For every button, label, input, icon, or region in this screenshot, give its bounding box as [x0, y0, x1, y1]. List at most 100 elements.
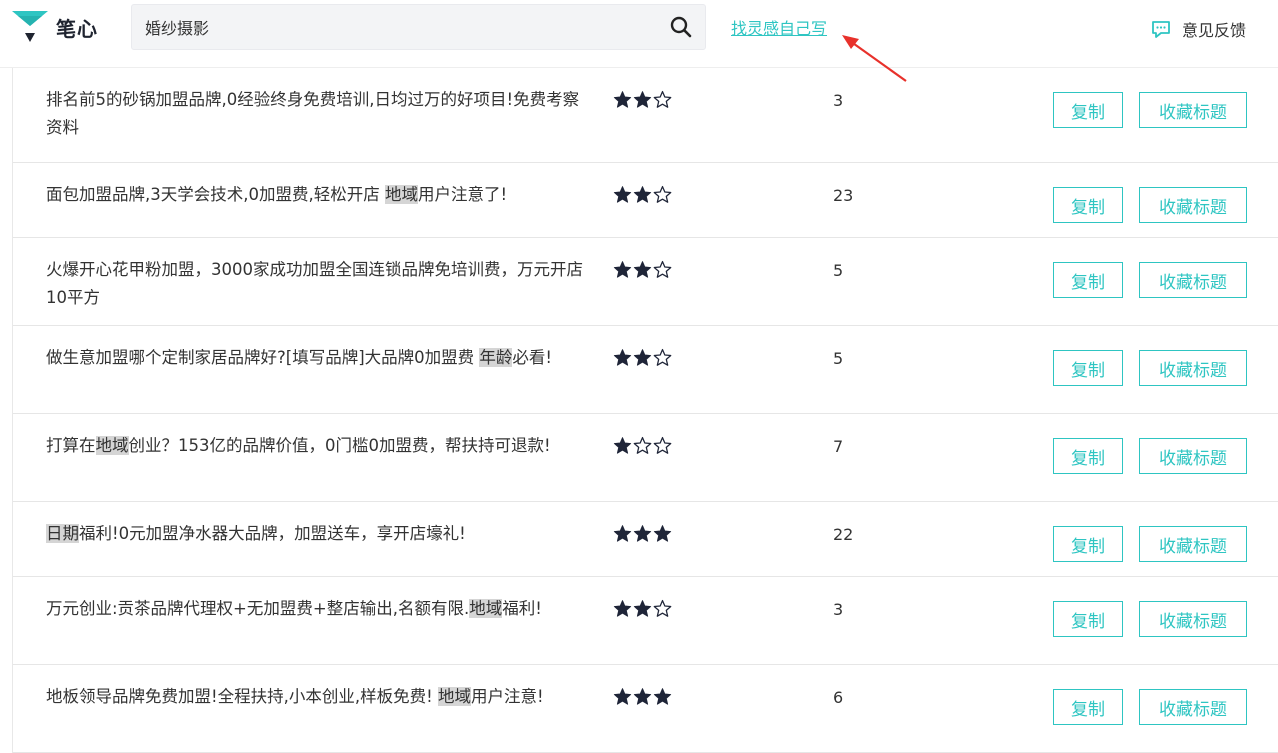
title-segment: 用户注意!: [470, 687, 544, 706]
star-empty-icon: [653, 436, 672, 454]
title-segment: 创业？153亿的品牌价值，0门槛0加盟费，帮扶持可退款!: [128, 436, 551, 455]
star-filled-icon: [633, 91, 652, 108]
copy-button[interactable]: 复制: [1053, 92, 1123, 128]
star-filled-icon: [633, 600, 652, 617]
usage-count: 3: [833, 600, 844, 619]
title-text: 万元创业:贡茶品牌代理权+无加盟费+整店输出,名额有限.地域福利!: [46, 595, 586, 623]
search-box: [131, 4, 706, 50]
placeholder-keyword: 地域: [384, 185, 418, 204]
usage-count: 7: [833, 437, 844, 456]
star-filled-icon: [653, 688, 672, 705]
star-empty-icon: [653, 260, 672, 278]
placeholder-keyword: 日期: [46, 524, 79, 543]
search-icon: [670, 16, 692, 38]
feedback-button[interactable]: 意见反馈: [1150, 17, 1246, 41]
title-text: 做生意加盟哪个定制家居品牌好?[填写品牌]大品牌0加盟费 年龄必看!: [46, 344, 586, 372]
star-filled-icon: [633, 688, 652, 705]
copy-button[interactable]: 复制: [1053, 438, 1123, 474]
title-segment: 福利!0元加盟净水器大品牌，加盟送车，享开店壕礼!: [79, 524, 466, 543]
usage-count: 5: [833, 261, 844, 280]
feedback-label: 意见反馈: [1182, 21, 1247, 40]
rating-stars: [613, 90, 672, 109]
title-text: 日期福利!0元加盟净水器大品牌，加盟送车，享开店壕礼!: [46, 520, 586, 548]
usage-count: 23: [833, 186, 854, 205]
feedback-icon: [1152, 21, 1170, 38]
star-empty-icon: [653, 599, 672, 617]
star-filled-icon: [613, 186, 632, 203]
title-segment: 火爆开心花甲粉加盟，3000家成功加盟全国连锁品牌免培训费，万元开店10平方: [46, 260, 583, 307]
star-filled-icon: [633, 525, 652, 542]
inspiration-link[interactable]: 找灵感自己写: [731, 15, 827, 39]
title-segment: 用户注意了!: [417, 185, 508, 204]
favorite-title-button[interactable]: 收藏标题: [1139, 187, 1247, 223]
favorite-title-button[interactable]: 收藏标题: [1139, 350, 1247, 386]
search-button[interactable]: [667, 13, 695, 41]
star-filled-icon: [633, 186, 652, 203]
star-filled-icon: [633, 349, 652, 366]
list-item: 万元创业:贡茶品牌代理权+无加盟费+整店输出,名额有限.地域福利! 3 复制 收藏标题: [13, 577, 1278, 665]
placeholder-keyword: 地域: [437, 687, 471, 706]
star-filled-icon: [613, 437, 632, 454]
copy-button[interactable]: 复制: [1053, 689, 1123, 725]
list-item: 打算在地域创业？153亿的品牌价值，0门槛0加盟费，帮扶持可退款! 7 复制 收藏标题: [13, 414, 1278, 502]
rating-stars: [613, 185, 672, 204]
star-empty-icon: [633, 436, 652, 454]
title-segment: 福利!: [502, 599, 542, 618]
logo[interactable]: 笔心: [12, 10, 98, 44]
rating-stars: [613, 524, 672, 543]
title-segment: 必看!: [512, 348, 552, 367]
rating-stars: [613, 687, 672, 706]
list-item: 面包加盟品牌,3天学会技术,0加盟费,轻松开店 地域用户注意了! 23 复制 收藏标题: [13, 163, 1278, 238]
title-text: 地板领导品牌免费加盟!全程扶持,小本创业,样板免费! 地域用户注意!: [46, 683, 586, 711]
title-segment: 地板领导品牌免费加盟!全程扶持,小本创业,样板免费!: [46, 687, 438, 706]
logo-text: 笔心: [56, 16, 98, 41]
title-segment: 万元创业:贡茶品牌代理权+无加盟费+整店输出,名额有限.: [46, 599, 470, 618]
logo-icon: [12, 11, 48, 42]
star-empty-icon: [653, 348, 672, 366]
star-filled-icon: [613, 261, 632, 278]
usage-count: 6: [833, 688, 844, 707]
favorite-title-button[interactable]: 收藏标题: [1139, 438, 1247, 474]
favorite-title-button[interactable]: 收藏标题: [1139, 262, 1247, 298]
star-empty-icon: [653, 185, 672, 203]
title-segment: 面包加盟品牌,3天学会技术,0加盟费,轻松开店: [46, 185, 385, 204]
rating-stars: [613, 348, 672, 367]
favorite-title-button[interactable]: 收藏标题: [1139, 601, 1247, 637]
placeholder-keyword: 地域: [95, 436, 129, 455]
star-empty-icon: [653, 90, 672, 108]
star-filled-icon: [613, 600, 632, 617]
title-segment: 打算在: [46, 436, 96, 455]
list-item: 排名前5的砂锅加盟品牌,0经验终身免费培训,日均过万的好项目!免费考察资料 3 复制…: [13, 68, 1278, 163]
list-item: 做生意加盟哪个定制家居品牌好?[填写品牌]大品牌0加盟费 年龄必看! 5 复制 收藏标…: [13, 326, 1278, 414]
favorite-title-button[interactable]: 收藏标题: [1139, 92, 1247, 128]
star-filled-icon: [653, 525, 672, 542]
star-filled-icon: [613, 525, 632, 542]
rating-stars: [613, 436, 672, 455]
star-filled-icon: [613, 349, 632, 366]
list-item: 火爆开心花甲粉加盟，3000家成功加盟全国连锁品牌免培训费，万元开店10平方 5 复…: [13, 238, 1278, 326]
placeholder-keyword: 年龄: [479, 348, 513, 367]
usage-count: 5: [833, 349, 844, 368]
copy-button[interactable]: 复制: [1053, 187, 1123, 223]
top-bar: 笔心 找灵感自己写 意见反馈: [0, 0, 1278, 82]
copy-button[interactable]: 复制: [1053, 350, 1123, 386]
star-filled-icon: [613, 688, 632, 705]
title-segment: 排名前5的砂锅加盟品牌,0经验终身免费培训,日均过万的好项目!免费考察资料: [46, 90, 580, 137]
list-item: 地板领导品牌免费加盟!全程扶持,小本创业,样板免费! 地域用户注意! 6 复制 收藏标…: [13, 665, 1278, 753]
title-text: 打算在地域创业？153亿的品牌价值，0门槛0加盟费，帮扶持可退款!: [46, 432, 586, 460]
star-filled-icon: [613, 91, 632, 108]
copy-button[interactable]: 复制: [1053, 262, 1123, 298]
usage-count: 22: [833, 525, 854, 544]
favorite-title-button[interactable]: 收藏标题: [1139, 526, 1247, 562]
copy-button[interactable]: 复制: [1053, 601, 1123, 637]
favorite-title-button[interactable]: 收藏标题: [1139, 689, 1247, 725]
title-list: 排名前5的砂锅加盟品牌,0经验终身免费培训,日均过万的好项目!免费考察资料 3 复制…: [13, 68, 1278, 753]
rating-stars: [613, 260, 672, 279]
copy-button[interactable]: 复制: [1053, 526, 1123, 562]
title-text: 面包加盟品牌,3天学会技术,0加盟费,轻松开店 地域用户注意了!: [46, 181, 586, 209]
placeholder-keyword: 地域: [469, 599, 503, 618]
usage-count: 3: [833, 91, 844, 110]
title-text: 火爆开心花甲粉加盟，3000家成功加盟全国连锁品牌免培训费，万元开店10平方: [46, 256, 586, 312]
search-input[interactable]: [132, 5, 642, 49]
star-filled-icon: [633, 261, 652, 278]
